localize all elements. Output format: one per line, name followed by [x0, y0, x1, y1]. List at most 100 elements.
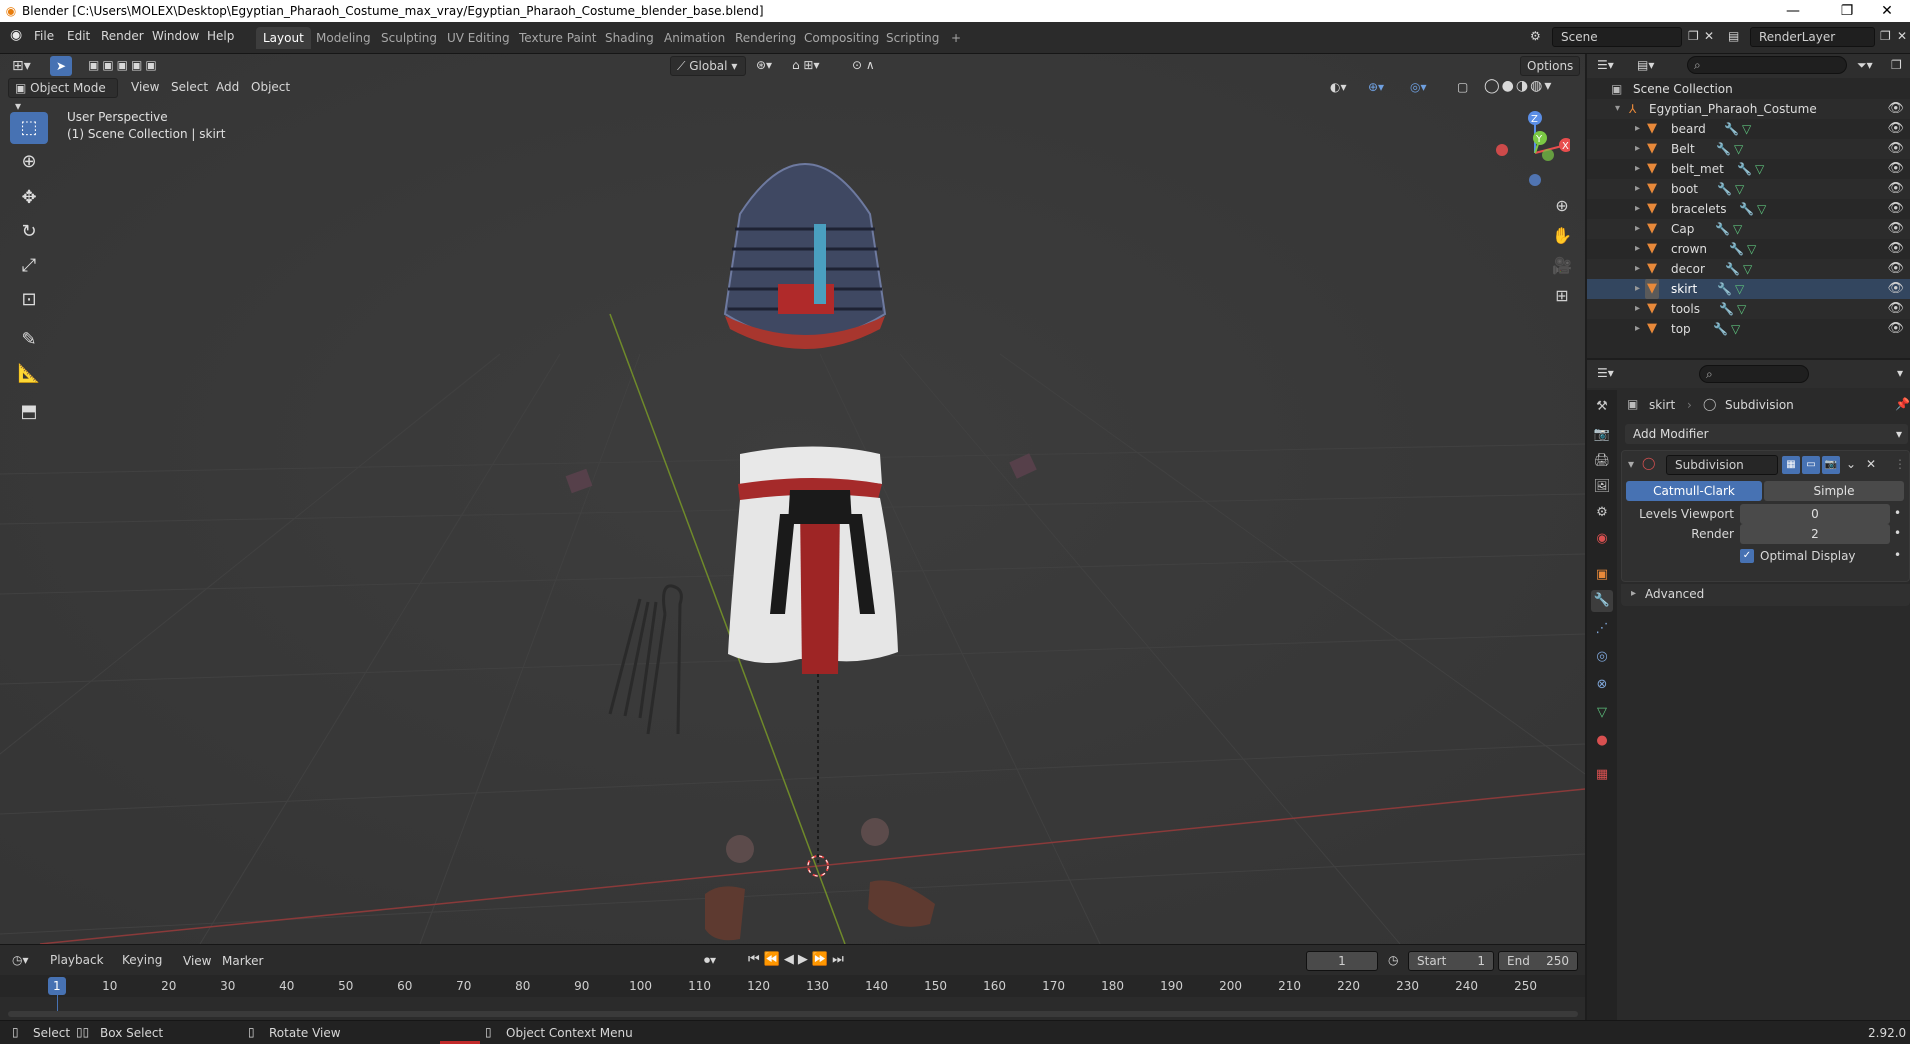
delete-scene-icon[interactable]: ✕ — [1704, 29, 1714, 43]
viewport-menu-select[interactable]: Select — [171, 80, 208, 94]
outliner-editor-type-icon[interactable]: ☰▾ — [1597, 58, 1614, 72]
modifier-icon[interactable]: 🔧 — [1737, 159, 1752, 179]
mesh-data-icon[interactable]: ▽ — [1742, 119, 1751, 139]
modifier-icon[interactable]: 🔧 — [1729, 239, 1744, 259]
texture-tab-icon[interactable]: ▦ — [1591, 764, 1613, 786]
mesh-data-icon[interactable]: ▽ — [1755, 159, 1764, 179]
outliner-item-cap[interactable]: ▸ ▼ Cap 🔧 ▽ 👁 — [1587, 219, 1910, 239]
simple-button[interactable]: Simple — [1764, 481, 1904, 501]
3d-viewport[interactable]: ⊞▾ ➤ ▣▣▣▣▣ ⟋ Global ▾ ⊛▾ ⌂ ⊞▾ ⊙ ∧ Option… — [0, 54, 1585, 944]
animate-optimal-icon[interactable]: • — [1894, 548, 1901, 562]
outliner-item-beard[interactable]: ▸ ▼ beard 🔧 ▽ 👁 — [1587, 119, 1910, 139]
advanced-subpanel[interactable]: ▸ Advanced — [1621, 584, 1910, 606]
transform-tool-icon[interactable]: ⊡ — [10, 284, 48, 316]
particles-tab-icon[interactable]: ⋰ — [1591, 618, 1613, 640]
add-cube-tool-icon[interactable]: ⬒ — [10, 396, 48, 428]
timeline-scrollbar[interactable] — [8, 1011, 1578, 1017]
levels-viewport-field[interactable]: 0 — [1740, 504, 1890, 524]
modifier-menu-icon[interactable]: ⌄ — [1846, 457, 1856, 471]
visibility-eye-icon[interactable]: 👁 — [1887, 159, 1904, 179]
outliner-item-top[interactable]: ▸ ▼ top 🔧 ▽ 👁 — [1587, 319, 1910, 339]
expand-icon[interactable]: ▸ — [1635, 279, 1640, 299]
properties-options-icon[interactable]: ▾ — [1897, 366, 1903, 380]
expand-advanced-icon[interactable]: ▸ — [1631, 588, 1636, 599]
copy-scene-icon[interactable]: ❐ — [1688, 29, 1699, 43]
display-mode-icon[interactable]: ▤▾ — [1637, 58, 1654, 72]
outliner-item-decor[interactable]: ▸ ▼ decor 🔧 ▽ 👁 — [1587, 259, 1910, 279]
pivot-point-icon[interactable]: ⊛▾ — [756, 58, 772, 72]
tab-layout[interactable]: Layout — [256, 27, 311, 49]
keying-menu[interactable]: Keying ▾ — [116, 951, 174, 985]
drag-handle-icon[interactable]: ⋮⋮ — [1894, 457, 1910, 471]
tool-tab-icon[interactable]: ⚒ — [1591, 396, 1613, 418]
tab-rendering[interactable]: Rendering — [728, 27, 803, 49]
collapse-modifier-icon[interactable]: ▾ — [1628, 457, 1634, 471]
pan-view-icon[interactable]: ✋ — [1548, 222, 1576, 250]
expand-icon[interactable]: ▸ — [1635, 319, 1640, 339]
modifier-icon[interactable]: 🔧 — [1717, 279, 1732, 299]
record-keyframe-icon[interactable]: ⏺▾ — [704, 953, 716, 968]
camera-view-icon[interactable]: 🎥 — [1548, 252, 1576, 280]
gizmo-toggle-icon[interactable]: ⊕▾ — [1368, 80, 1384, 94]
new-collection-icon[interactable]: ❐ — [1891, 58, 1902, 72]
mesh-data-icon[interactable]: ▽ — [1757, 199, 1766, 219]
scene-tab-icon[interactable]: ⚙ — [1591, 502, 1613, 524]
boot-bracelet-right-object[interactable] — [861, 818, 889, 846]
playback-controls-icons[interactable]: ⏮⏪◀▶⏩⏭ — [748, 952, 848, 967]
transform-orientation-dropdown[interactable]: ⟋ Global ▾ — [670, 56, 746, 76]
outliner-collection-row[interactable]: ▾ ⅄ Egyptian_Pharaoh_Costume 👁 — [1587, 99, 1910, 119]
timeline-view-menu[interactable]: View — [183, 954, 211, 968]
pin-icon[interactable]: 📌 — [1895, 397, 1910, 411]
viewport-toggle-icon[interactable]: ▭ — [1802, 456, 1820, 474]
mesh-data-icon[interactable]: ▽ — [1737, 299, 1746, 319]
skirt-object[interactable] — [728, 446, 898, 675]
cursor-tool-icon[interactable]: ⊕ — [10, 146, 48, 178]
expand-icon[interactable]: ▸ — [1635, 239, 1640, 259]
visibility-eye-icon[interactable]: 👁 — [1887, 139, 1904, 159]
expand-icon[interactable]: ▸ — [1635, 199, 1640, 219]
move-tool-icon[interactable]: ✥ — [10, 182, 48, 214]
view-layer-tab-icon[interactable]: 🖼 — [1591, 476, 1613, 498]
mesh-data-icon[interactable]: ▽ — [1731, 319, 1740, 339]
menu-render[interactable]: Render — [101, 29, 144, 43]
outliner-scene-collection[interactable]: ▣ Scene Collection — [1587, 79, 1910, 99]
animate-levels-icon[interactable]: • — [1894, 506, 1901, 520]
close-window-button[interactable]: ✕ — [1864, 0, 1910, 22]
boot-bracelet-left-object[interactable] — [726, 835, 754, 863]
tab-uv-editing[interactable]: UV Editing — [440, 27, 517, 49]
properties-editor-type-icon[interactable]: ☰▾ — [1597, 366, 1614, 380]
visibility-eye-icon[interactable]: 👁 — [1887, 299, 1904, 319]
modifier-icon[interactable]: 🔧 — [1724, 119, 1739, 139]
viewport-menu-add[interactable]: Add — [216, 80, 239, 94]
mesh-data-icon[interactable]: ▽ — [1733, 219, 1742, 239]
tab-scripting[interactable]: Scripting — [879, 27, 946, 49]
editor-type-icon[interactable]: ⊞▾ — [12, 58, 31, 74]
blender-menu-icon[interactable]: ◉ — [10, 27, 22, 43]
catmull-clark-button[interactable]: Catmull-Clark — [1626, 481, 1762, 501]
mesh-data-icon[interactable]: ▽ — [1734, 139, 1743, 159]
visibility-eye-icon[interactable]: 👁 — [1887, 279, 1904, 299]
render-toggle-icon[interactable]: 📷 — [1822, 456, 1840, 474]
ortho-toggle-icon[interactable]: ⊞ — [1548, 282, 1576, 310]
render-tab-icon[interactable]: 📷 — [1591, 424, 1613, 446]
expand-icon[interactable]: ▸ — [1635, 259, 1640, 279]
outliner-search-input[interactable]: ⌕ — [1687, 56, 1847, 74]
select-box-tool-icon[interactable]: ⬚ — [10, 112, 48, 144]
neg-x-axis-handle[interactable] — [1496, 144, 1508, 156]
options-dropdown[interactable]: Options — [1520, 56, 1580, 76]
zoom-view-icon[interactable]: ⊕ — [1548, 192, 1576, 220]
modifier-icon[interactable]: 🔧 — [1713, 319, 1728, 339]
snap-icon[interactable]: ⌂ ⊞▾ — [792, 58, 820, 72]
start-frame-field[interactable]: Start 1 — [1408, 951, 1494, 971]
visibility-eye-icon[interactable]: 👁 — [1887, 219, 1904, 239]
tab-shading[interactable]: Shading — [598, 27, 661, 49]
tab-animation[interactable]: Animation — [657, 27, 732, 49]
properties-search-input[interactable]: ⌕ — [1699, 365, 1809, 383]
selection-mode-icons[interactable]: ▣▣▣▣▣ — [88, 58, 160, 72]
physics-tab-icon[interactable]: ◎ — [1591, 646, 1613, 668]
optimal-display-checkbox[interactable]: ✓ — [1740, 549, 1754, 563]
mesh-data-icon[interactable]: ▽ — [1735, 279, 1744, 299]
render-levels-field[interactable]: 2 — [1740, 524, 1890, 544]
minimize-button[interactable]: — — [1770, 0, 1816, 22]
menu-file[interactable]: File — [34, 29, 54, 43]
